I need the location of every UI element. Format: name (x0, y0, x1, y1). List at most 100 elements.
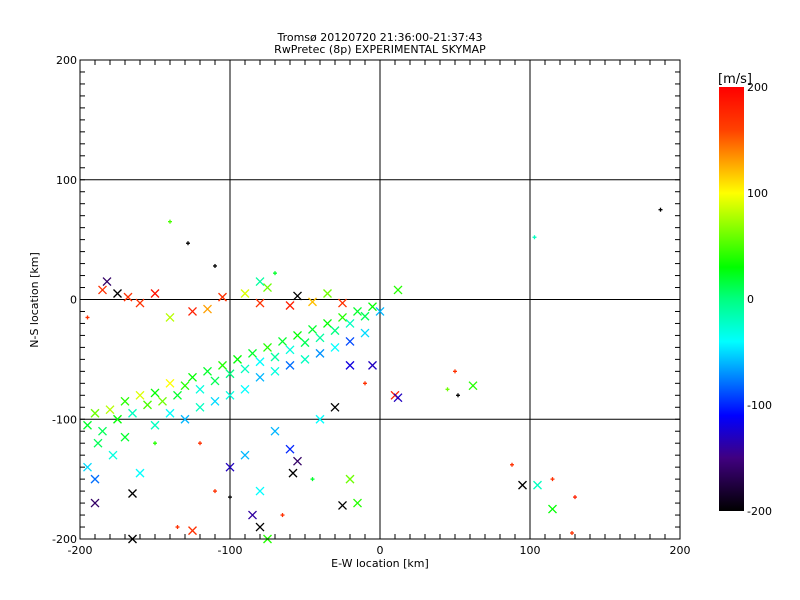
data-point (345, 318, 355, 328)
data-point (363, 381, 367, 386)
data-point (175, 525, 180, 530)
data-point (105, 405, 115, 415)
data-point (255, 522, 265, 532)
colorbar-tick-labels: 200 100 0 -100 -200 (747, 81, 772, 518)
data-point (345, 360, 355, 370)
data-point (195, 402, 205, 412)
colorbar (719, 87, 744, 511)
data-point (248, 348, 257, 358)
data-point (165, 313, 175, 322)
data-point (210, 396, 220, 406)
data-point (150, 289, 160, 298)
data-point (518, 480, 527, 490)
data-point (210, 376, 220, 386)
data-point (532, 235, 537, 240)
data-point (150, 388, 160, 398)
data-point (456, 393, 460, 398)
data-point (353, 307, 362, 316)
data-point (285, 301, 295, 310)
data-point (128, 408, 137, 418)
data-point (445, 387, 450, 392)
y-tick-labels: -200 -100 0 100 200 (52, 54, 77, 546)
data-point (240, 364, 250, 374)
data-point (168, 219, 172, 224)
data-point (233, 354, 242, 364)
data-point (300, 354, 310, 364)
data-point (330, 326, 340, 336)
data-point (360, 311, 370, 321)
data-point (345, 474, 355, 484)
data-point (188, 526, 197, 536)
colorbar-tick-label: 200 (747, 81, 768, 94)
data-point (120, 432, 130, 442)
data-point (113, 289, 122, 298)
x-tick-label: 0 (377, 544, 384, 557)
data-point (218, 360, 227, 370)
y-tick-label: 0 (70, 294, 77, 307)
data-point (285, 360, 295, 370)
data-point (330, 342, 340, 352)
data-point (150, 420, 160, 430)
data-point (263, 283, 272, 292)
data-point (255, 277, 265, 286)
data-point (270, 426, 280, 436)
data-point (108, 450, 118, 460)
grid-lines (80, 60, 680, 539)
data-point (533, 480, 542, 490)
data-point (360, 328, 370, 338)
data-point (255, 298, 265, 308)
data-point (135, 468, 145, 478)
data-point (240, 450, 250, 460)
colorbar-tick-label: 100 (747, 187, 768, 200)
skymap-chart: Tromsø 20120720 21:36:00-21:37:43 RwPret… (28, 31, 772, 570)
data-point (270, 352, 280, 362)
data-point (285, 444, 295, 454)
data-point (186, 241, 190, 246)
data-point (90, 498, 100, 508)
data-point (353, 498, 362, 508)
data-point (293, 456, 302, 466)
y-tick-label: 200 (56, 54, 77, 67)
data-point (102, 277, 112, 286)
colorbar-tick-label: 0 (747, 293, 754, 306)
data-point (293, 291, 302, 301)
data-point (288, 468, 298, 478)
colorbar-tick-label: -200 (747, 505, 772, 518)
data-point (273, 271, 277, 276)
data-point (323, 289, 332, 298)
data-point (270, 366, 280, 376)
data-point (330, 402, 340, 412)
data-point (338, 501, 347, 510)
data-point (195, 384, 205, 394)
data-point (93, 438, 103, 448)
data-point (173, 390, 182, 400)
data-point (83, 420, 92, 430)
data-point (165, 378, 175, 388)
data-point (550, 477, 555, 482)
data-point (188, 307, 197, 316)
data-point (338, 298, 347, 308)
data-point (135, 298, 145, 308)
data-point (315, 333, 325, 343)
data-point (240, 289, 250, 298)
data-point (255, 372, 265, 382)
data-point (570, 531, 574, 536)
data-point (310, 477, 315, 482)
data-point (510, 462, 514, 467)
data-point (90, 408, 100, 418)
data-point (203, 366, 212, 376)
data-point (213, 263, 217, 268)
y-tick-label: 100 (56, 174, 77, 187)
data-point (158, 396, 167, 406)
data-point (143, 400, 152, 410)
data-point (338, 313, 347, 322)
x-tick-label: 100 (520, 544, 541, 557)
y-tick-label: -100 (52, 413, 77, 426)
data-point (393, 393, 403, 403)
data-point (165, 408, 175, 418)
data-point (228, 495, 232, 500)
data-point (255, 357, 265, 367)
data-point (90, 474, 100, 484)
chart-subtitle: RwPretec (8p) EXPERIMENTAL SKYMAP (274, 43, 486, 56)
data-point (368, 302, 377, 312)
